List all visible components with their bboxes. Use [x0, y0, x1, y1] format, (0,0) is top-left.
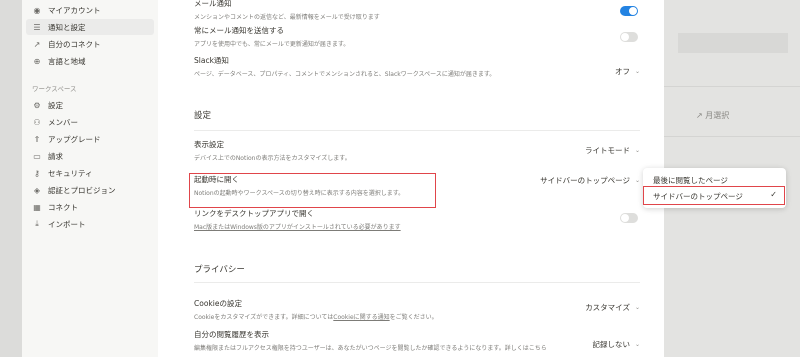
- display-setting-row: 表示設定 デバイス上でのNotionの表示方法をカスタマイズします。 ライトモー…: [194, 139, 640, 162]
- row-title: メール通知: [194, 0, 232, 8]
- select-value: カスタマイズ: [585, 303, 630, 312]
- cookie-settings-select[interactable]: カスタマイズ ⌄: [585, 302, 640, 313]
- section-divider: [194, 282, 640, 283]
- chevron-down-icon: ⌄: [634, 147, 640, 154]
- upgrade-icon: ⇑: [33, 134, 41, 144]
- highlight-box: [643, 186, 785, 205]
- chevron-down-icon: ⌄: [634, 341, 640, 348]
- background-divider: [664, 86, 800, 87]
- sidebar-item-language-region[interactable]: ⊕ 言語と地域: [22, 53, 158, 69]
- email-notifications-toggle[interactable]: [620, 6, 638, 16]
- sidebar-item-label: 通知と設定: [48, 22, 86, 32]
- workspace-section-header: ワークスペース: [32, 85, 77, 93]
- section-divider: [194, 130, 640, 131]
- sidebar-item-settings[interactable]: ⚙ 設定: [22, 97, 158, 113]
- desktop-app-link[interactable]: Mac版またはWindows版のアプリがインストールされている必要があります: [194, 224, 401, 231]
- sidebar-item-label: 請求: [48, 151, 63, 161]
- row-title: Slack通知: [194, 56, 229, 65]
- sidebar-item-notifications-settings[interactable]: ☰ 通知と設定: [26, 19, 154, 35]
- sidebar-item-connections[interactable]: ▦ コネクト: [22, 199, 158, 215]
- background-divider: [664, 136, 800, 137]
- select-value: オフ: [614, 67, 630, 76]
- row-description: Mac版またはWindows版のアプリがインストールされている必要があります: [194, 222, 640, 231]
- highlight-box: [189, 173, 436, 208]
- row-description: アプリを使用中でも、常にメールで更新通知が届きます。: [194, 41, 350, 48]
- settings-sliders-icon: ☰: [33, 22, 41, 32]
- email-notifications-row: メール通知 メンションやコメントの返信など、最新情報をメールで受け取ります: [194, 0, 640, 21]
- grid-icon: ▦: [33, 202, 41, 212]
- sidebar-item-label: メンバー: [48, 117, 78, 127]
- sidebar-item-label: セキュリティ: [48, 168, 93, 178]
- row-description: デバイス上でのNotionの表示方法をカスタマイズします。: [194, 155, 351, 162]
- sidebar-item-label: マイアカウント: [48, 5, 101, 15]
- sidebar-item-label: 設定: [48, 100, 63, 110]
- sidebar-item-import[interactable]: ⤓ インポート: [22, 216, 158, 232]
- row-title: 表示設定: [194, 140, 224, 149]
- account-icon: ◉: [33, 5, 41, 15]
- globe-icon: ⊕: [33, 56, 41, 66]
- row-title: Cookieの設定: [194, 299, 242, 308]
- key-icon: ⚷: [34, 168, 40, 178]
- settings-section-title: 設定: [194, 111, 212, 121]
- select-value: ライトモード: [584, 146, 630, 155]
- select-value: 記録しない: [592, 340, 630, 349]
- view-history-row: 自分の閲覧履歴を表示 編集権限またはフルアクセス権限を持つユーザーは、あなたがい…: [194, 329, 640, 352]
- sidebar-item-label: 認証とプロビジョン: [48, 185, 116, 195]
- cookie-notice-link[interactable]: Cookieに関する通知: [333, 314, 389, 321]
- card-icon: ▭: [33, 151, 41, 161]
- always-email-row: 常にメール通知を送信する アプリを使用中でも、常にメールで更新通知が届きます。: [194, 25, 640, 48]
- background-month-label: 月選択: [705, 111, 730, 120]
- gear-icon: ⚙: [33, 100, 41, 110]
- sidebar-item-my-connections[interactable]: ↗ 自分のコネクト: [22, 36, 158, 52]
- display-mode-select[interactable]: ライトモード ⌄: [585, 145, 640, 156]
- always-email-toggle[interactable]: [620, 32, 638, 42]
- cookie-setting-row: Cookieの設定 Cookieをカスタマイズができます。詳細についてはCook…: [194, 298, 640, 321]
- desktop-link-row: リンクをデスクトップアプリで開く Mac版またはWindows版のアプリがインス…: [194, 208, 640, 231]
- slack-notifications-row: Slack通知 ページ、データベース、プロパティ、コメントでメンションされると、…: [194, 55, 640, 78]
- view-history-select[interactable]: 記録しない ⌄: [592, 339, 640, 350]
- members-icon: ⚇: [33, 117, 41, 127]
- option-label: 最後に閲覧したページ: [653, 176, 728, 185]
- row-description: メンションやコメントの返信など、最新情報をメールで受け取ります: [194, 14, 380, 21]
- download-icon: ⤓: [35, 219, 39, 228]
- row-title: リンクをデスクトップアプリで開く: [194, 209, 314, 218]
- background-bar: [678, 33, 788, 53]
- slack-notifications-select[interactable]: オフ ⌄: [615, 66, 640, 77]
- chevron-down-icon: ⌄: [634, 304, 640, 311]
- row-description: ページ、データベース、プロパティ、コメントでメンションされると、Slackワーク…: [194, 71, 496, 78]
- sidebar-item-label: コネクト: [48, 202, 78, 212]
- sidebar-item-label: インポート: [48, 219, 86, 229]
- cookie-desc-text: Cookieをカスタマイズができます。詳細については: [194, 314, 334, 321]
- row-title: 自分の閲覧履歴を表示: [194, 330, 269, 339]
- shield-icon: ◈: [33, 185, 41, 195]
- settings-sidebar: ◉ マイアカウント ☰ 通知と設定 ↗ 自分のコネクト ⊕ 言語と地域 ワークス…: [22, 0, 158, 357]
- startup-page-select[interactable]: サイドバーのトップページ ⌄: [540, 175, 640, 186]
- row-description: 編集権限またはフルアクセス権限を持つユーザーは、あなたがいつページを閲覧したか確…: [194, 345, 547, 352]
- chevron-down-icon: ⌄: [634, 177, 640, 184]
- cookie-desc-text: をご覧ください。: [389, 314, 438, 321]
- sidebar-item-label: 自分のコネクト: [48, 39, 101, 49]
- sidebar-item-upgrade[interactable]: ⇑ アップグレード: [22, 131, 158, 147]
- sidebar-item-my-account[interactable]: ◉ マイアカウント: [22, 2, 158, 18]
- chevron-down-icon: ⌄: [634, 68, 640, 75]
- row-title: 常にメール通知を送信する: [194, 26, 284, 35]
- desktop-link-toggle[interactable]: [620, 213, 638, 223]
- background-left-strip: [0, 0, 22, 357]
- row-description: Cookieをカスタマイズができます。詳細についてはCookieに関する通知をご…: [194, 312, 640, 321]
- sidebar-item-security[interactable]: ⚷ セキュリティ: [22, 165, 158, 181]
- sidebar-item-label: 言語と地域: [48, 56, 86, 66]
- connect-icon: ↗: [33, 39, 41, 49]
- background-month-select: ↗ 月選択: [696, 111, 730, 120]
- sidebar-item-billing[interactable]: ▭ 請求: [22, 148, 158, 164]
- sidebar-item-label: アップグレード: [48, 134, 101, 144]
- dropdown-option-last-viewed[interactable]: 最後に閲覧したページ: [653, 175, 728, 186]
- sidebar-item-identity-provisioning[interactable]: ◈ 認証とプロビジョン: [22, 182, 158, 198]
- privacy-section-title: プライバシー: [194, 265, 245, 275]
- select-value: サイドバーのトップページ: [540, 176, 630, 185]
- sidebar-item-members[interactable]: ⚇ メンバー: [22, 114, 158, 130]
